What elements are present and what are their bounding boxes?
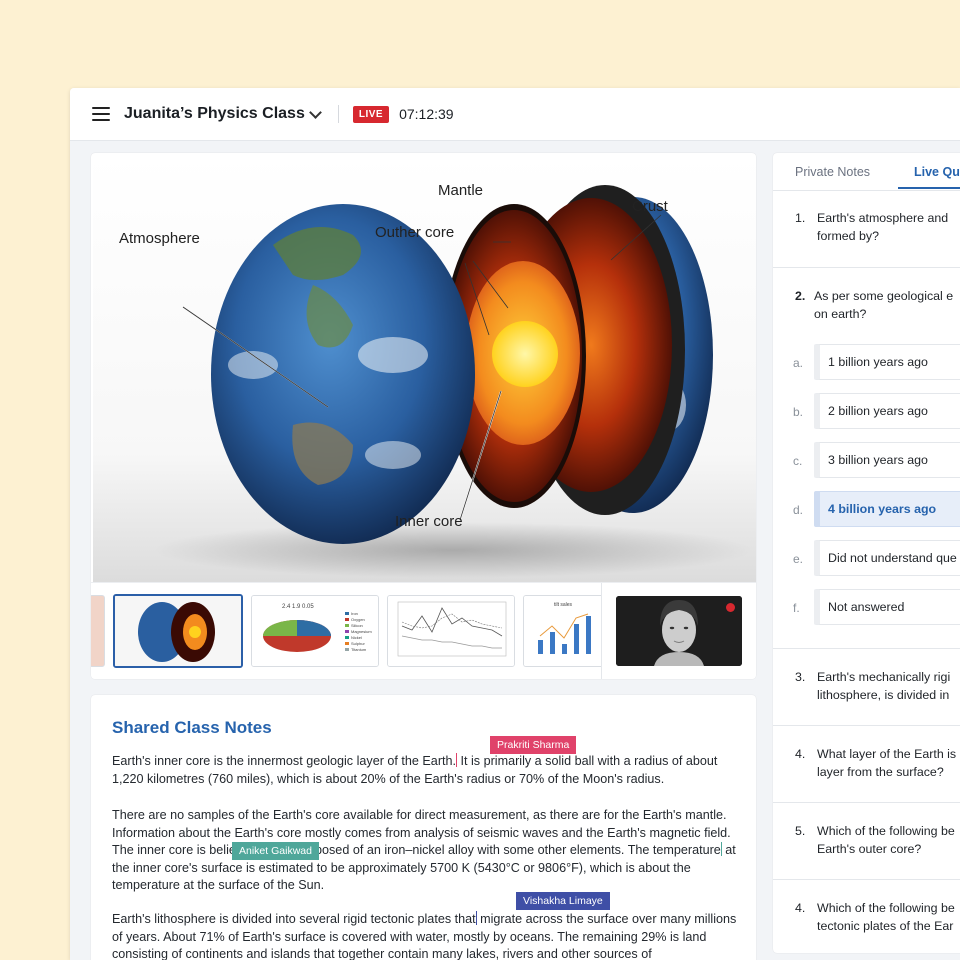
legend-magnesium: Magnesium (351, 629, 372, 634)
active-tab-indicator (898, 187, 960, 189)
legend-nickel: Nickel (351, 635, 362, 640)
question-divider (773, 648, 960, 649)
notes-paragraph-2[interactable]: There are no samples of the Earth's core… (112, 807, 737, 895)
option-letter-f: f. (793, 601, 800, 615)
legend-silicon: Silicon (351, 623, 363, 628)
mantle-label: Mantle (438, 182, 483, 199)
tab-live-quiz[interactable]: Live Qu (914, 165, 960, 179)
outer-core-label: Outher core (375, 224, 454, 241)
shared-notes-panel[interactable]: Shared Class Notes Earth's inner core is… (91, 695, 756, 960)
slide-thumbnail-strip: 2.4 1.9 0.05 Iron Oxygen Silicon Magnesi… (91, 582, 756, 679)
notes-p3-part1: Earth's lithosphere is divided into seve… (112, 912, 476, 926)
option-letter-c: c. (793, 454, 803, 468)
menu-icon[interactable] (92, 107, 110, 121)
side-panel: Private Notes Live Qu 1. Earth's atmosph… (773, 153, 960, 953)
legend-oxygen: Oxygen (351, 617, 365, 622)
class-title: Juanita’s Physics Class (124, 105, 305, 122)
class-selector[interactable]: Juanita’s Physics Class (124, 105, 322, 123)
notes-title: Shared Class Notes (112, 718, 272, 737)
question-divider (773, 802, 960, 803)
legend-titanium: Titanium (351, 647, 367, 652)
question-text: Which of the following be tectonic plates… (817, 901, 955, 933)
option-e[interactable]: Did not understand que (814, 540, 960, 576)
slide-thumbnail-bar-chart[interactable]: tilt sales (523, 595, 602, 667)
pie-thumb-values: 2.4 1.9 0.05 (282, 604, 314, 610)
question-text: As per some geological e on earth? (814, 289, 954, 321)
earth-layers-slide: Atmosphere Mantle Outher core Crust Inne… (93, 155, 756, 582)
presentation-stage: Atmosphere Mantle Outher core Crust Inne… (91, 153, 756, 679)
notes-p1-part1: Earth's inner core is the innermost geol… (112, 754, 457, 768)
legend-iron: Iron (351, 611, 358, 616)
question-text: Earth's mechanically rigi lithosphere, is… (817, 670, 951, 702)
notes-paragraph-3[interactable]: Earth's lithosphere is divided into seve… (112, 911, 737, 960)
slide-thumbnail-prev[interactable] (91, 595, 105, 667)
slide-thumbnail-pie[interactable]: 2.4 1.9 0.05 Iron Oxygen Silicon Magnesi… (251, 595, 379, 667)
option-b[interactable]: 2 billion years ago (814, 393, 960, 429)
option-f-label: Not answered (828, 600, 905, 614)
legend-sulphur: Sulphur (351, 641, 365, 646)
thumbnail-divider (601, 583, 602, 679)
recording-indicator-icon (726, 603, 735, 612)
option-letter-b: b. (793, 405, 804, 419)
question-number: 2. (795, 289, 806, 303)
question-divider (773, 725, 960, 726)
collaborator-tag-aniket: Aniket Gaikwad (232, 842, 319, 860)
app-window: Juanita’s Physics Class LIVE 07:12:39 At… (70, 88, 960, 960)
option-c[interactable]: 3 billion years ago (814, 442, 960, 478)
tab-private-notes[interactable]: Private Notes (795, 165, 870, 179)
question-text: Which of the following be Earth's outer c… (817, 824, 955, 856)
option-d-label: 4 billion years ago (828, 502, 937, 516)
top-bar: Juanita’s Physics Class LIVE 07:12:39 (70, 88, 960, 141)
inner-core-label: Inner core (395, 513, 463, 530)
divider (337, 105, 339, 123)
option-e-label: Did not understand que (828, 551, 957, 565)
collaborator-tag-prakriti: Prakriti Sharma (490, 736, 577, 754)
option-a[interactable]: 1 billion years ago (814, 344, 960, 380)
option-f[interactable]: Not answered (814, 589, 960, 625)
chevron-down-icon (308, 105, 322, 119)
option-a-label: 1 billion years ago (828, 355, 928, 369)
question-text: Earth's atmosphere and formed by? (817, 211, 949, 243)
question-text: What layer of the Earth is layer from the… (817, 747, 957, 779)
question-number: 5. (795, 824, 806, 838)
slide-thumbnail-line-chart[interactable] (387, 595, 515, 667)
side-tabs: Private Notes Live Qu (773, 153, 960, 191)
collaborator-tag-vishakha: Vishakha Limaye (516, 892, 610, 910)
session-timer: 07:12:39 (399, 106, 454, 122)
question-number: 4. (795, 901, 806, 915)
live-badge: LIVE (352, 105, 390, 123)
option-letter-a: a. (793, 356, 804, 370)
question-divider (773, 879, 960, 880)
notes-p2-part1: There are no samples of the Earth's core… (112, 808, 731, 857)
question-number: 3. (795, 670, 806, 684)
option-letter-d: d. (793, 503, 804, 517)
question-number: 4. (795, 747, 806, 761)
atmosphere-label: Atmosphere (119, 230, 200, 247)
question-divider (773, 267, 960, 268)
option-d-selected[interactable]: 4 billion years ago (814, 491, 960, 527)
question-number: 1. (795, 211, 806, 225)
presenter-video[interactable] (616, 596, 742, 666)
bar-thumb-title: tilt sales (554, 602, 573, 608)
option-b-label: 2 billion years ago (828, 404, 928, 418)
crust-label: Crust (632, 198, 669, 215)
option-c-label: 3 billion years ago (828, 453, 928, 467)
slide-thumbnail-earth[interactable] (113, 594, 243, 668)
option-letter-e: e. (793, 552, 804, 566)
notes-paragraph-1[interactable]: Earth's inner core is the innermost geol… (112, 753, 737, 788)
